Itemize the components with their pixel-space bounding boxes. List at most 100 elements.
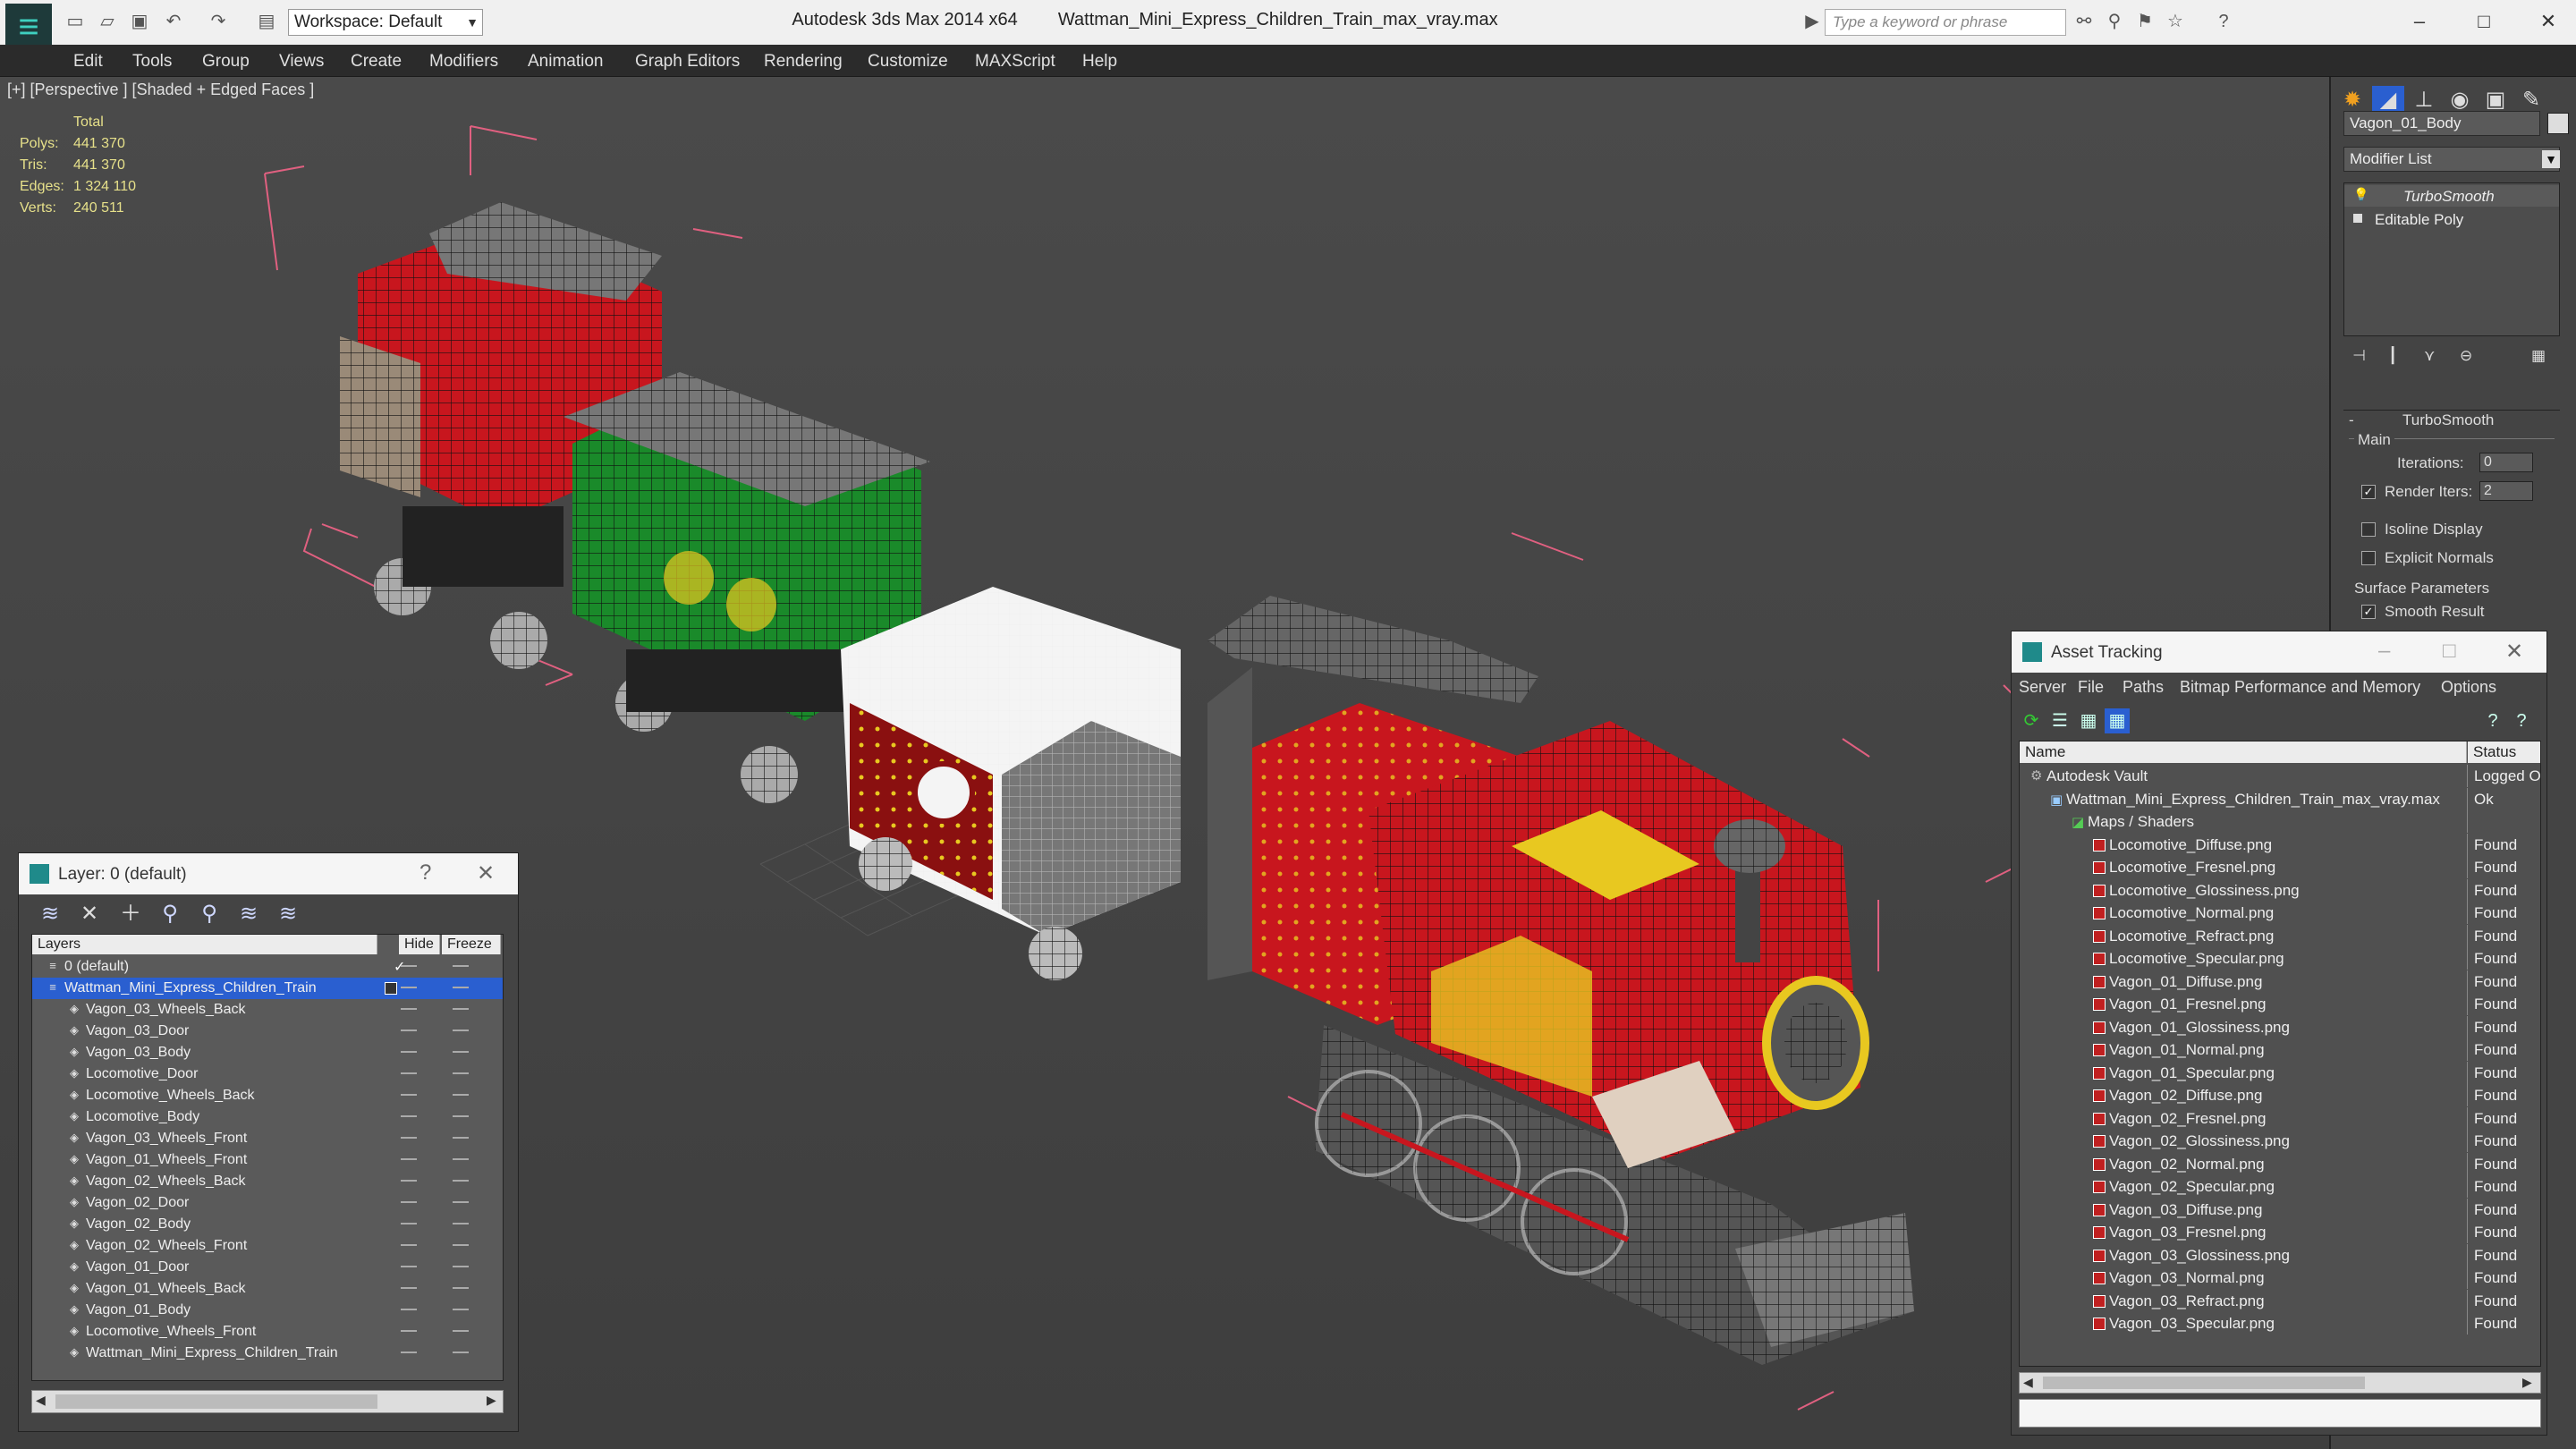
menu-help[interactable]: Help (1082, 52, 1117, 72)
asset-row[interactable]: Vagon_02_Specular.png Found (2020, 1175, 2540, 1198)
close-button[interactable]: ✕ (477, 860, 495, 886)
scrollbar-thumb[interactable] (2043, 1377, 2365, 1389)
scroll-right-icon[interactable]: ▶ (487, 1393, 496, 1408)
asset-row[interactable]: Vagon_03_Refract.png Found (2020, 1289, 2540, 1312)
asset-row[interactable]: Vagon_01_Diffuse.png Found (2020, 970, 2540, 993)
help-button[interactable]: ? (419, 860, 431, 886)
freeze-toggle[interactable] (453, 1244, 469, 1246)
maximize-button[interactable]: □ (2462, 5, 2506, 38)
menu-customize[interactable]: Customize (868, 52, 948, 72)
freeze-toggle[interactable] (453, 1309, 469, 1310)
asset-row[interactable]: Vagon_02_Glossiness.png Found (2020, 1130, 2540, 1152)
asset-row[interactable]: Vagon_03_Specular.png Found (2020, 1312, 2540, 1335)
freeze-toggle[interactable] (453, 1158, 469, 1160)
layer-row[interactable]: ◈ Vagon_03_Wheels_Front (32, 1128, 503, 1149)
asset-row[interactable]: Vagon_01_Glossiness.png Found (2020, 1015, 2540, 1038)
hide-toggle[interactable] (401, 965, 417, 967)
expand-icon[interactable] (2353, 214, 2362, 223)
layer-row[interactable]: ◈ Locomotive_Wheels_Front (32, 1321, 503, 1343)
asset-row[interactable]: Locomotive_Specular.png Found (2020, 947, 2540, 970)
stack-item-editable-poly[interactable]: Editable Poly (2344, 208, 2559, 230)
asset-row[interactable]: Locomotive_Diffuse.png Found (2020, 833, 2540, 856)
asset-row[interactable]: Vagon_03_Fresnel.png Found (2020, 1221, 2540, 1243)
layer-row[interactable]: ◈ Locomotive_Door (32, 1063, 503, 1085)
isoline-display-checkbox[interactable] (2361, 522, 2376, 537)
freeze-toggle[interactable] (453, 1352, 469, 1353)
freeze-toggle[interactable] (453, 1330, 469, 1332)
menu-maxscript[interactable]: MAXScript (975, 52, 1055, 72)
hide-toggle[interactable] (401, 1330, 417, 1332)
hide-toggle[interactable] (401, 1352, 417, 1353)
refresh-icon[interactable]: ⟳ (2019, 708, 2044, 733)
render-iters-spinner[interactable]: 2 (2479, 481, 2533, 501)
freeze-all-icon[interactable]: ≋ (275, 901, 301, 928)
rollout-title[interactable]: TurboSmooth (2402, 411, 2494, 429)
highlight-layer-icon[interactable]: ⚲ (196, 901, 223, 928)
asset-row[interactable]: Locomotive_Refract.png Found (2020, 924, 2540, 947)
menu-rendering[interactable]: Rendering (764, 52, 843, 72)
freeze-toggle[interactable] (453, 1051, 469, 1053)
select-objects-icon[interactable]: ⚲ (157, 901, 183, 928)
menu-file[interactable]: File (2078, 678, 2104, 697)
column-header-hide[interactable]: Hide (399, 935, 440, 954)
hide-toggle[interactable] (401, 1072, 417, 1074)
pin-stack-icon[interactable]: ⊣ (2352, 347, 2366, 365)
layer-row[interactable]: ◈ Vagon_02_Wheels_Front (32, 1235, 503, 1257)
freeze-toggle[interactable] (453, 1030, 469, 1031)
asset-row[interactable]: Vagon_01_Fresnel.png Found (2020, 993, 2540, 1015)
hide-toggle[interactable] (401, 1309, 417, 1310)
horizontal-scrollbar[interactable]: ◀ ▶ (31, 1390, 504, 1413)
scroll-left-icon[interactable]: ◀ (36, 1393, 46, 1408)
asset-row[interactable]: Locomotive_Fresnel.png Found (2020, 856, 2540, 878)
show-end-result-icon[interactable]: ┃ (2388, 347, 2397, 365)
object-name-field[interactable]: Vagon_01_Body (2343, 111, 2540, 136)
layer-row[interactable]: ◈ Vagon_01_Wheels_Front (32, 1149, 503, 1171)
make-unique-icon[interactable]: ⋎ (2424, 347, 2435, 365)
layer-row[interactable]: ◈ Vagon_01_Door (32, 1257, 503, 1278)
freeze-toggle[interactable] (453, 1180, 469, 1182)
layer-row[interactable]: ◈ Locomotive_Body (32, 1106, 503, 1128)
freeze-toggle[interactable] (453, 1072, 469, 1074)
render-iters-checkbox[interactable]: ✓ (2361, 485, 2376, 499)
remove-modifier-icon[interactable]: ⊖ (2460, 347, 2472, 365)
scroll-right-icon[interactable]: ▶ (2522, 1375, 2532, 1390)
configure-sets-icon[interactable]: ▦ (2531, 347, 2546, 365)
layer-row[interactable]: ◈ Vagon_03_Body (32, 1042, 503, 1063)
asset-row[interactable]: Vagon_02_Normal.png Found (2020, 1152, 2540, 1175)
add-to-layer-icon[interactable]: ＋ (117, 901, 144, 928)
iterations-spinner[interactable]: 0 (2479, 453, 2533, 472)
menu-views[interactable]: Views (279, 52, 324, 72)
maximize-button[interactable]: □ (2443, 639, 2456, 664)
search-arrow-icon[interactable]: ▶ (1801, 11, 1823, 32)
hide-toggle[interactable] (401, 1223, 417, 1224)
set-current-layer-checkbox[interactable] (385, 982, 397, 995)
hide-all-icon[interactable]: ≋ (235, 901, 262, 928)
hide-toggle[interactable] (401, 1137, 417, 1139)
asset-row[interactable]: ⚙ Autodesk Vault Logged O (2020, 765, 2540, 787)
binoculars-icon[interactable]: ⚯ (2073, 11, 2095, 32)
hide-toggle[interactable] (401, 1201, 417, 1203)
menu-paths[interactable]: Paths (2123, 678, 2164, 697)
layer-row[interactable]: ◈ Vagon_01_Body (32, 1300, 503, 1321)
freeze-toggle[interactable] (453, 965, 469, 967)
minimize-button[interactable]: – (2378, 639, 2390, 664)
layer-row[interactable]: ◈ Vagon_02_Wheels_Back (32, 1171, 503, 1192)
freeze-toggle[interactable] (453, 1137, 469, 1139)
hide-toggle[interactable] (401, 1244, 417, 1246)
column-header-freeze[interactable]: Freeze (442, 935, 501, 954)
table-view-icon[interactable]: ▦ (2105, 708, 2130, 733)
menu-graph-editors[interactable]: Graph Editors (635, 52, 740, 72)
layer-row[interactable]: ◈ Vagon_02_Body (32, 1214, 503, 1235)
hide-toggle[interactable] (401, 1287, 417, 1289)
hide-toggle[interactable] (401, 1180, 417, 1182)
minimize-button[interactable]: – (2397, 5, 2442, 38)
hide-toggle[interactable] (401, 1008, 417, 1010)
asset-row[interactable]: Vagon_03_Glossiness.png Found (2020, 1243, 2540, 1267)
object-color-swatch[interactable] (2547, 113, 2569, 134)
layer-row[interactable]: ◈ Wattman_Mini_Express_Children_Train (32, 1343, 503, 1364)
asset-row[interactable]: Vagon_01_Normal.png Found (2020, 1038, 2540, 1061)
menu-server[interactable]: Server (2019, 678, 2066, 697)
menu-tools[interactable]: Tools (132, 52, 172, 72)
asset-row[interactable]: ▣ Wattman_Mini_Express_Children_Train_max… (2020, 787, 2540, 810)
layer-row[interactable]: ◈ Vagon_02_Door (32, 1192, 503, 1214)
